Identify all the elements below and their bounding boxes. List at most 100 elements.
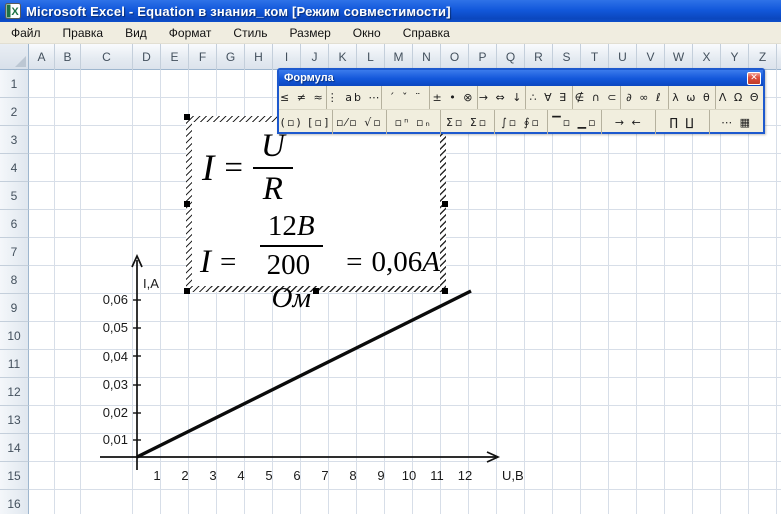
column-header-T[interactable]: T: [581, 44, 609, 70]
row-header-14[interactable]: 14: [0, 434, 29, 462]
handle-bottom-right[interactable]: [442, 288, 448, 294]
column-header-Q[interactable]: Q: [497, 44, 525, 70]
row-header-15[interactable]: 15: [0, 462, 29, 490]
row-header-10[interactable]: 10: [0, 322, 29, 350]
palette-fraction-radical[interactable]: ▫⁄▫ √▫: [333, 110, 387, 134]
x-tick-7: 7: [321, 468, 329, 483]
column-header-W[interactable]: W: [665, 44, 693, 70]
column-header-I[interactable]: I: [273, 44, 301, 70]
column-header-A[interactable]: A: [29, 44, 55, 70]
palette-greek-uppercase[interactable]: Λ Ω Θ: [716, 86, 763, 109]
x-axis-label: U,B: [502, 468, 524, 483]
palette-relational-symbols[interactable]: ≤ ≠ ≈: [279, 86, 327, 109]
row-header-13[interactable]: 13: [0, 406, 29, 434]
gridline: [720, 70, 721, 514]
handle-bottom-left[interactable]: [184, 288, 190, 294]
palette-embellishments[interactable]: ´ ˇ ¨: [382, 86, 431, 109]
palette-summation-templates[interactable]: Σ▫ Σ▫: [441, 110, 495, 134]
column-header-S[interactable]: S: [553, 44, 581, 70]
column-header-P[interactable]: P: [469, 44, 497, 70]
menu-item-edit[interactable]: Правка: [52, 23, 115, 43]
palette-overbar-underbar[interactable]: ▔▫ ▁▫: [548, 110, 603, 134]
handle-top-left[interactable]: [184, 114, 190, 120]
equation-canvas[interactable]: I = U R I = 12В 200 Ом = 0,06А: [192, 122, 440, 314]
column-header-G[interactable]: G: [217, 44, 245, 70]
equation-object[interactable]: I = U R I = 12В 200 Ом = 0,06А: [184, 114, 448, 314]
palette-subscript-superscript[interactable]: ▫ⁿ ▫ₙ: [387, 110, 441, 134]
eq2-denominator: 200 Ом: [266, 249, 311, 314]
column-header-E[interactable]: E: [161, 44, 189, 70]
palette-operator-symbols[interactable]: ± • ⊗: [430, 86, 478, 109]
column-header-D[interactable]: D: [133, 44, 161, 70]
column-header-N[interactable]: N: [413, 44, 441, 70]
palette-logical-symbols[interactable]: ∴ ∀ ∃: [526, 86, 574, 109]
handle-bottom-middle[interactable]: [313, 288, 319, 294]
column-header-R[interactable]: R: [525, 44, 553, 70]
menu-item-view[interactable]: Вид: [114, 23, 158, 43]
x-tick-11: 11: [430, 468, 444, 483]
palette-matrix-templates[interactable]: ⋯ ▦: [710, 110, 763, 134]
palette-labeled-arrows[interactable]: → ←: [602, 110, 657, 134]
menu-item-help[interactable]: Справка: [392, 23, 461, 43]
select-all-corner[interactable]: [0, 44, 29, 70]
column-header-J[interactable]: J: [301, 44, 329, 70]
column-header-F[interactable]: F: [189, 44, 217, 70]
row-header-2[interactable]: 2: [0, 98, 29, 126]
row-header-11[interactable]: 11: [0, 350, 29, 378]
menu-item-size[interactable]: Размер: [279, 23, 342, 43]
x-tick-3: 3: [209, 468, 217, 483]
column-header-K[interactable]: K: [329, 44, 357, 70]
column-header-C[interactable]: C: [81, 44, 133, 70]
handle-middle-left[interactable]: [184, 201, 190, 207]
row-header-6[interactable]: 6: [0, 210, 29, 238]
gridline: [552, 70, 553, 514]
row-header-9[interactable]: 9: [0, 294, 29, 322]
row-header-1[interactable]: 1: [0, 70, 29, 98]
eq1-denominator: R: [262, 171, 283, 207]
column-header-Z[interactable]: Z: [749, 44, 777, 70]
excel-window: X Microsoft Excel - Equation в знания_ко…: [0, 0, 781, 514]
palette-greek-lowercase[interactable]: λ ω θ: [669, 86, 717, 109]
x-tick-6: 6: [293, 468, 301, 483]
menu-item-format[interactable]: Формат: [158, 23, 223, 43]
row-header-3[interactable]: 3: [0, 126, 29, 154]
row-header-7[interactable]: 7: [0, 238, 29, 266]
close-icon[interactable]: ✕: [747, 71, 761, 85]
menu-item-style[interactable]: Стиль: [222, 23, 278, 43]
row-header-12[interactable]: 12: [0, 378, 29, 406]
palette-spaces-ellipses[interactable]: ⋮ ab ⋯: [327, 86, 383, 109]
palette-integral-templates[interactable]: ∫▫ ∮▫: [495, 110, 549, 134]
row-header-5[interactable]: 5: [0, 182, 29, 210]
palette-product-set-templates[interactable]: ∏ ∐: [656, 110, 711, 134]
gridline: [80, 70, 81, 514]
equation-line-1: I = U R: [202, 128, 293, 208]
column-header-Y[interactable]: Y: [721, 44, 749, 70]
eq2-numerator: 12В: [259, 210, 323, 247]
row-header-4[interactable]: 4: [0, 154, 29, 182]
column-header-M[interactable]: M: [385, 44, 413, 70]
column-header-H[interactable]: H: [245, 44, 273, 70]
eq1-numerator: U: [252, 128, 293, 169]
row-header-16[interactable]: 16: [0, 490, 29, 514]
column-header-U[interactable]: U: [609, 44, 637, 70]
column-header-B[interactable]: B: [55, 44, 81, 70]
column-header-V[interactable]: V: [637, 44, 665, 70]
menu-item-file[interactable]: Файл: [0, 23, 52, 43]
menu-item-window[interactable]: Окно: [342, 23, 392, 43]
gridline: [580, 70, 581, 514]
formula-toolbar-titlebar[interactable]: Формула ✕: [279, 70, 763, 86]
column-header-L[interactable]: L: [357, 44, 385, 70]
palette-arrow-symbols[interactable]: → ⇔ ↓: [478, 86, 526, 109]
palette-misc-symbols[interactable]: ∂ ∞ ℓ: [621, 86, 669, 109]
palette-fence-templates[interactable]: (▫) [▫]: [279, 110, 333, 134]
column-header-X[interactable]: X: [693, 44, 721, 70]
handle-middle-right[interactable]: [442, 201, 448, 207]
row-header-8[interactable]: 8: [0, 266, 29, 294]
column-header-O[interactable]: O: [441, 44, 469, 70]
palette-set-theory-symbols[interactable]: ∉ ∩ ⊂: [573, 86, 621, 109]
gridline: [54, 70, 55, 514]
formula-toolbar-title: Формула: [284, 72, 334, 84]
gridline: [776, 70, 777, 514]
y-tick-0,02: 0,02: [102, 405, 128, 420]
gridline: [748, 70, 749, 514]
